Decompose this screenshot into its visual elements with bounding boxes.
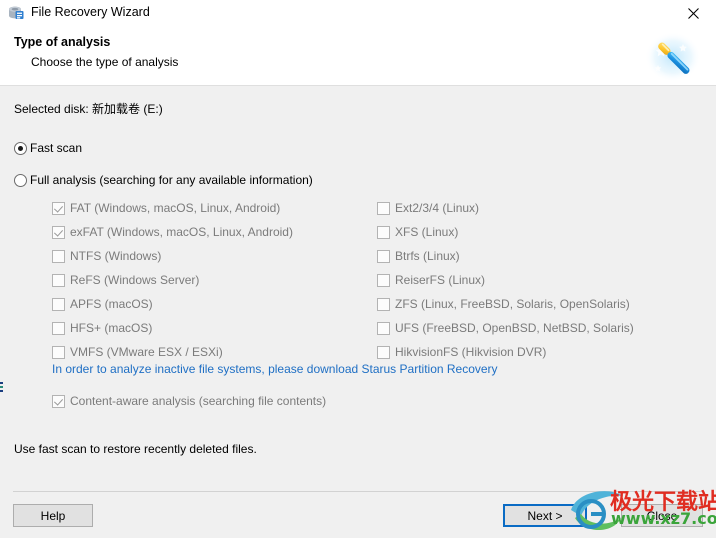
checkbox-label: Btrfs (Linux) xyxy=(395,249,460,263)
checkbox-icon xyxy=(377,226,390,239)
page-subtitle: Choose the type of analysis xyxy=(31,55,178,69)
page-title: Type of analysis xyxy=(14,35,110,49)
checkbox-icon xyxy=(52,395,65,408)
radio-full-analysis[interactable]: Full analysis (searching for any availab… xyxy=(14,172,313,188)
checkbox-icon xyxy=(377,298,390,311)
filesystem-column-right: Ext2/3/4 (Linux) XFS (Linux) Btrfs (Linu… xyxy=(377,196,634,364)
checkbox-label: ReiserFS (Linux) xyxy=(395,273,485,287)
checkbox-zfs[interactable]: ZFS (Linux, FreeBSD, Solaris, OpenSolari… xyxy=(377,292,634,316)
checkbox-label: NTFS (Windows) xyxy=(70,249,161,263)
download-partition-recovery-link[interactable]: In order to analyze inactive file system… xyxy=(52,362,498,376)
close-button[interactable]: Close xyxy=(621,504,703,527)
checkbox-icon xyxy=(377,346,390,359)
checkbox-fat[interactable]: FAT (Windows, macOS, Linux, Android) xyxy=(52,196,293,220)
radio-mark-icon xyxy=(14,142,27,155)
checkbox-label: ReFS (Windows Server) xyxy=(70,273,199,287)
recovery-drum-icon xyxy=(8,5,25,22)
checkbox-icon xyxy=(377,322,390,335)
checkbox-icon xyxy=(52,250,65,263)
left-edge-artifact xyxy=(0,382,3,392)
checkbox-btrfs[interactable]: Btrfs (Linux) xyxy=(377,244,634,268)
footer-divider xyxy=(13,491,703,492)
radio-full-analysis-label: Full analysis (searching for any availab… xyxy=(30,173,313,187)
file-recovery-wizard-window: File Recovery Wizard Type of analysis Ch… xyxy=(0,0,716,538)
checkbox-hfsplus[interactable]: HFS+ (macOS) xyxy=(52,316,293,340)
checkbox-ufs[interactable]: UFS (FreeBSD, OpenBSD, NetBSD, Solaris) xyxy=(377,316,634,340)
checkbox-icon xyxy=(377,250,390,263)
checkbox-label: XFS (Linux) xyxy=(395,225,458,239)
wizard-footer: Help Next > Close xyxy=(0,491,716,538)
radio-fast-scan-label: Fast scan xyxy=(30,141,82,155)
checkbox-icon xyxy=(377,202,390,215)
checkbox-ntfs[interactable]: NTFS (Windows) xyxy=(52,244,293,268)
filesystem-column-left: FAT (Windows, macOS, Linux, Android) exF… xyxy=(52,196,293,364)
help-button[interactable]: Help xyxy=(13,504,93,527)
title-bar: File Recovery Wizard xyxy=(0,0,716,28)
checkbox-vmfs[interactable]: VMFS (VMware ESX / ESXi) xyxy=(52,340,293,364)
checkbox-label: Ext2/3/4 (Linux) xyxy=(395,201,479,215)
checkbox-label: APFS (macOS) xyxy=(70,297,153,311)
checkbox-icon xyxy=(377,274,390,287)
checkbox-ext234[interactable]: Ext2/3/4 (Linux) xyxy=(377,196,634,220)
checkbox-label: VMFS (VMware ESX / ESXi) xyxy=(70,345,223,359)
checkbox-apfs[interactable]: APFS (macOS) xyxy=(52,292,293,316)
close-icon[interactable] xyxy=(671,0,716,27)
checkbox-reiserfs[interactable]: ReiserFS (Linux) xyxy=(377,268,634,292)
checkbox-icon xyxy=(52,346,65,359)
hint-text: Use fast scan to restore recently delete… xyxy=(14,442,257,456)
checkbox-label: HikvisionFS (Hikvision DVR) xyxy=(395,345,546,359)
checkbox-xfs[interactable]: XFS (Linux) xyxy=(377,220,634,244)
checkbox-label: FAT (Windows, macOS, Linux, Android) xyxy=(70,201,280,215)
window-title: File Recovery Wizard xyxy=(31,5,150,19)
next-button[interactable]: Next > xyxy=(503,504,587,527)
checkbox-exfat[interactable]: exFAT (Windows, macOS, Linux, Android) xyxy=(52,220,293,244)
checkbox-icon xyxy=(52,274,65,287)
checkbox-label: ZFS (Linux, FreeBSD, Solaris, OpenSolari… xyxy=(395,297,630,311)
checkbox-refs[interactable]: ReFS (Windows Server) xyxy=(52,268,293,292)
wizard-body: Selected disk: 新加载卷 (E:) Fast scan Full … xyxy=(0,86,716,491)
checkbox-label: UFS (FreeBSD, OpenBSD, NetBSD, Solaris) xyxy=(395,321,634,335)
selected-disk-label: Selected disk: 新加载卷 (E:) xyxy=(14,100,163,117)
checkbox-icon xyxy=(52,298,65,311)
checkbox-label: exFAT (Windows, macOS, Linux, Android) xyxy=(70,225,293,239)
checkbox-label: Content-aware analysis (searching file c… xyxy=(70,394,326,408)
checkbox-content-aware-analysis[interactable]: Content-aware analysis (searching file c… xyxy=(52,389,326,413)
checkbox-hikvisionfs[interactable]: HikvisionFS (Hikvision DVR) xyxy=(377,340,634,364)
checkbox-icon xyxy=(52,202,65,215)
wizard-header: Type of analysis Choose the type of anal… xyxy=(0,27,716,86)
checkbox-icon xyxy=(52,322,65,335)
radio-fast-scan[interactable]: Fast scan xyxy=(14,140,82,156)
radio-mark-icon xyxy=(14,174,27,187)
magic-wand-icon xyxy=(642,28,704,86)
checkbox-label: HFS+ (macOS) xyxy=(70,321,152,335)
checkbox-icon xyxy=(52,226,65,239)
